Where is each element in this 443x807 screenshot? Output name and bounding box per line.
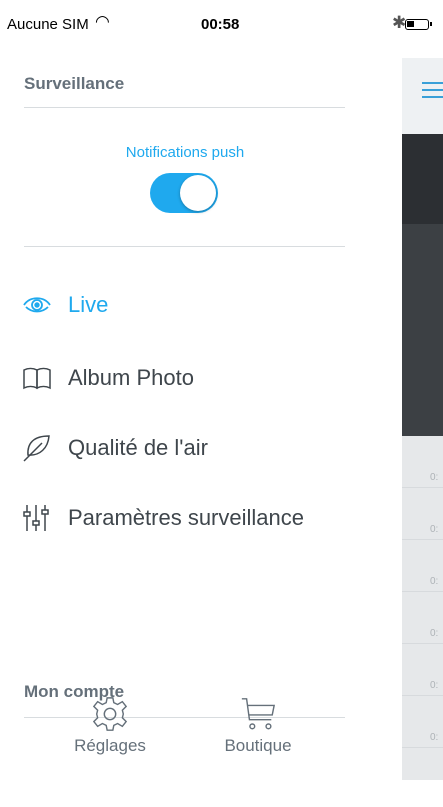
- sliders-icon: [23, 505, 49, 531]
- preview-header: [402, 58, 443, 134]
- push-notifications-label: Notifications push: [125, 144, 245, 161]
- preview-row: 0:: [402, 488, 443, 540]
- divider: [24, 107, 345, 108]
- menu-item-label: Album Photo: [68, 365, 194, 390]
- reglages-button[interactable]: Réglages: [55, 695, 165, 765]
- gear-icon: [92, 697, 128, 731]
- wifi-icon: ◠: [95, 12, 110, 31]
- push-notifications-toggle[interactable]: [150, 173, 218, 213]
- reglages-label: Réglages: [74, 736, 146, 755]
- preview-row: 0:: [402, 644, 443, 696]
- hamburger-menu-icon[interactable]: [422, 82, 443, 103]
- preview-list: 0: 0: 0: 0: 0: 0:: [402, 436, 443, 748]
- menu-item-album-photo[interactable]: Album Photo: [22, 359, 382, 399]
- boutique-label: Boutique: [224, 736, 292, 755]
- preview-banner: [402, 134, 443, 224]
- menu-item-live[interactable]: Live: [22, 286, 382, 326]
- eye-icon: [23, 297, 51, 313]
- carrier-label: Aucune SIM: [7, 16, 89, 33]
- preview-video: [402, 224, 443, 436]
- divider: [24, 246, 345, 247]
- boutique-button[interactable]: Boutique: [203, 695, 313, 765]
- side-menu: Surveillance Notifications push Live Alb…: [0, 40, 402, 807]
- menu-item-label: Paramètres surveillance: [68, 505, 304, 530]
- menu-item-parametres-surveillance[interactable]: Paramètres surveillance: [22, 499, 382, 539]
- status-bar: Aucune SIM ◠ 00:58 ✱: [0, 0, 443, 40]
- menu-item-label: Qualité de l'air: [68, 435, 208, 460]
- toggle-knob: [180, 175, 216, 211]
- preview-row: 0:: [402, 696, 443, 748]
- preview-row: 0:: [402, 436, 443, 488]
- battery-icon: [405, 19, 432, 30]
- leaf-icon: [23, 435, 50, 462]
- section-title-surveillance: Surveillance: [24, 74, 125, 93]
- menu-item-label: Live: [68, 292, 109, 317]
- menu-item-qualite-air[interactable]: Qualité de l'air: [22, 429, 382, 469]
- preview-row: 0:: [402, 540, 443, 592]
- preview-row: 0:: [402, 592, 443, 644]
- clock: 00:58: [201, 16, 240, 33]
- app-preview-panel[interactable]: 0: 0: 0: 0: 0: 0:: [402, 58, 443, 780]
- cart-icon: [241, 698, 276, 730]
- book-icon: [23, 367, 51, 390]
